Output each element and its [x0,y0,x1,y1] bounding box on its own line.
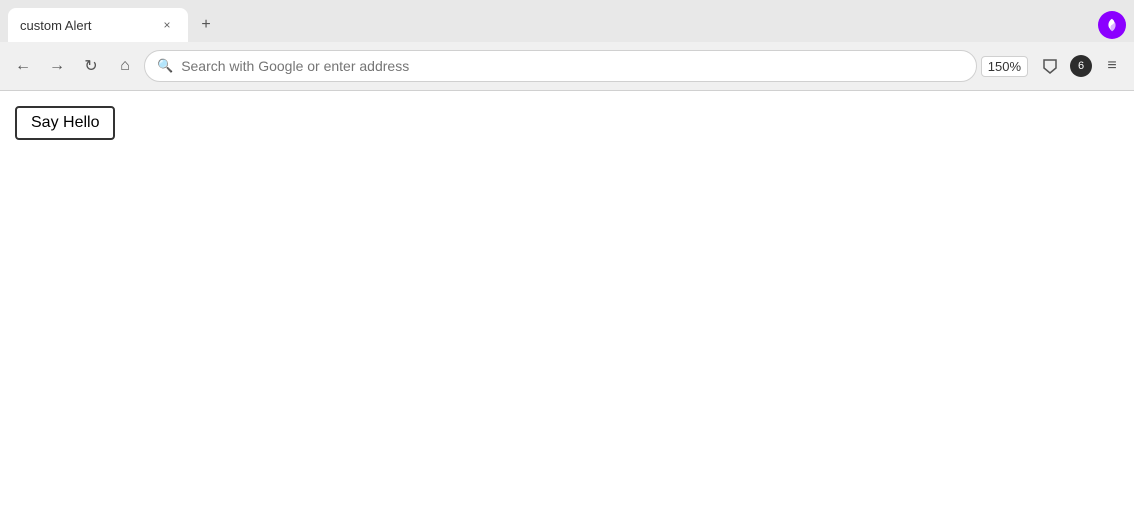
say-hello-button[interactable]: Say Hello [15,106,115,140]
tab-bar: custom Alert × + [0,0,1134,42]
address-input[interactable] [181,58,964,74]
notifications-badge[interactable]: 6 [1070,55,1092,77]
address-bar[interactable]: 🔍 [144,50,977,82]
home-button[interactable]: ⌂ [110,51,140,81]
search-icon: 🔍 [157,58,173,74]
nav-bar-right: 6 ≡ [1036,52,1126,80]
browser-chrome: custom Alert × + ← → ↻ ⌂ 🔍 150% [0,0,1134,91]
tab-bar-right [1098,11,1126,39]
menu-button[interactable]: ≡ [1098,52,1126,80]
refresh-button[interactable]: ↻ [76,51,106,81]
forward-button[interactable]: → [42,51,72,81]
zoom-level[interactable]: 150% [981,56,1028,77]
active-tab[interactable]: custom Alert × [8,8,188,42]
pocket-button[interactable] [1036,52,1064,80]
tab-title: custom Alert [20,18,92,33]
page-content: Say Hello [0,91,1134,530]
browser-logo[interactable] [1098,11,1126,39]
new-tab-button[interactable]: + [192,11,220,39]
tab-close-button[interactable]: × [158,16,176,34]
back-button[interactable]: ← [8,51,38,81]
nav-bar: ← → ↻ ⌂ 🔍 150% 6 ≡ [0,42,1134,90]
